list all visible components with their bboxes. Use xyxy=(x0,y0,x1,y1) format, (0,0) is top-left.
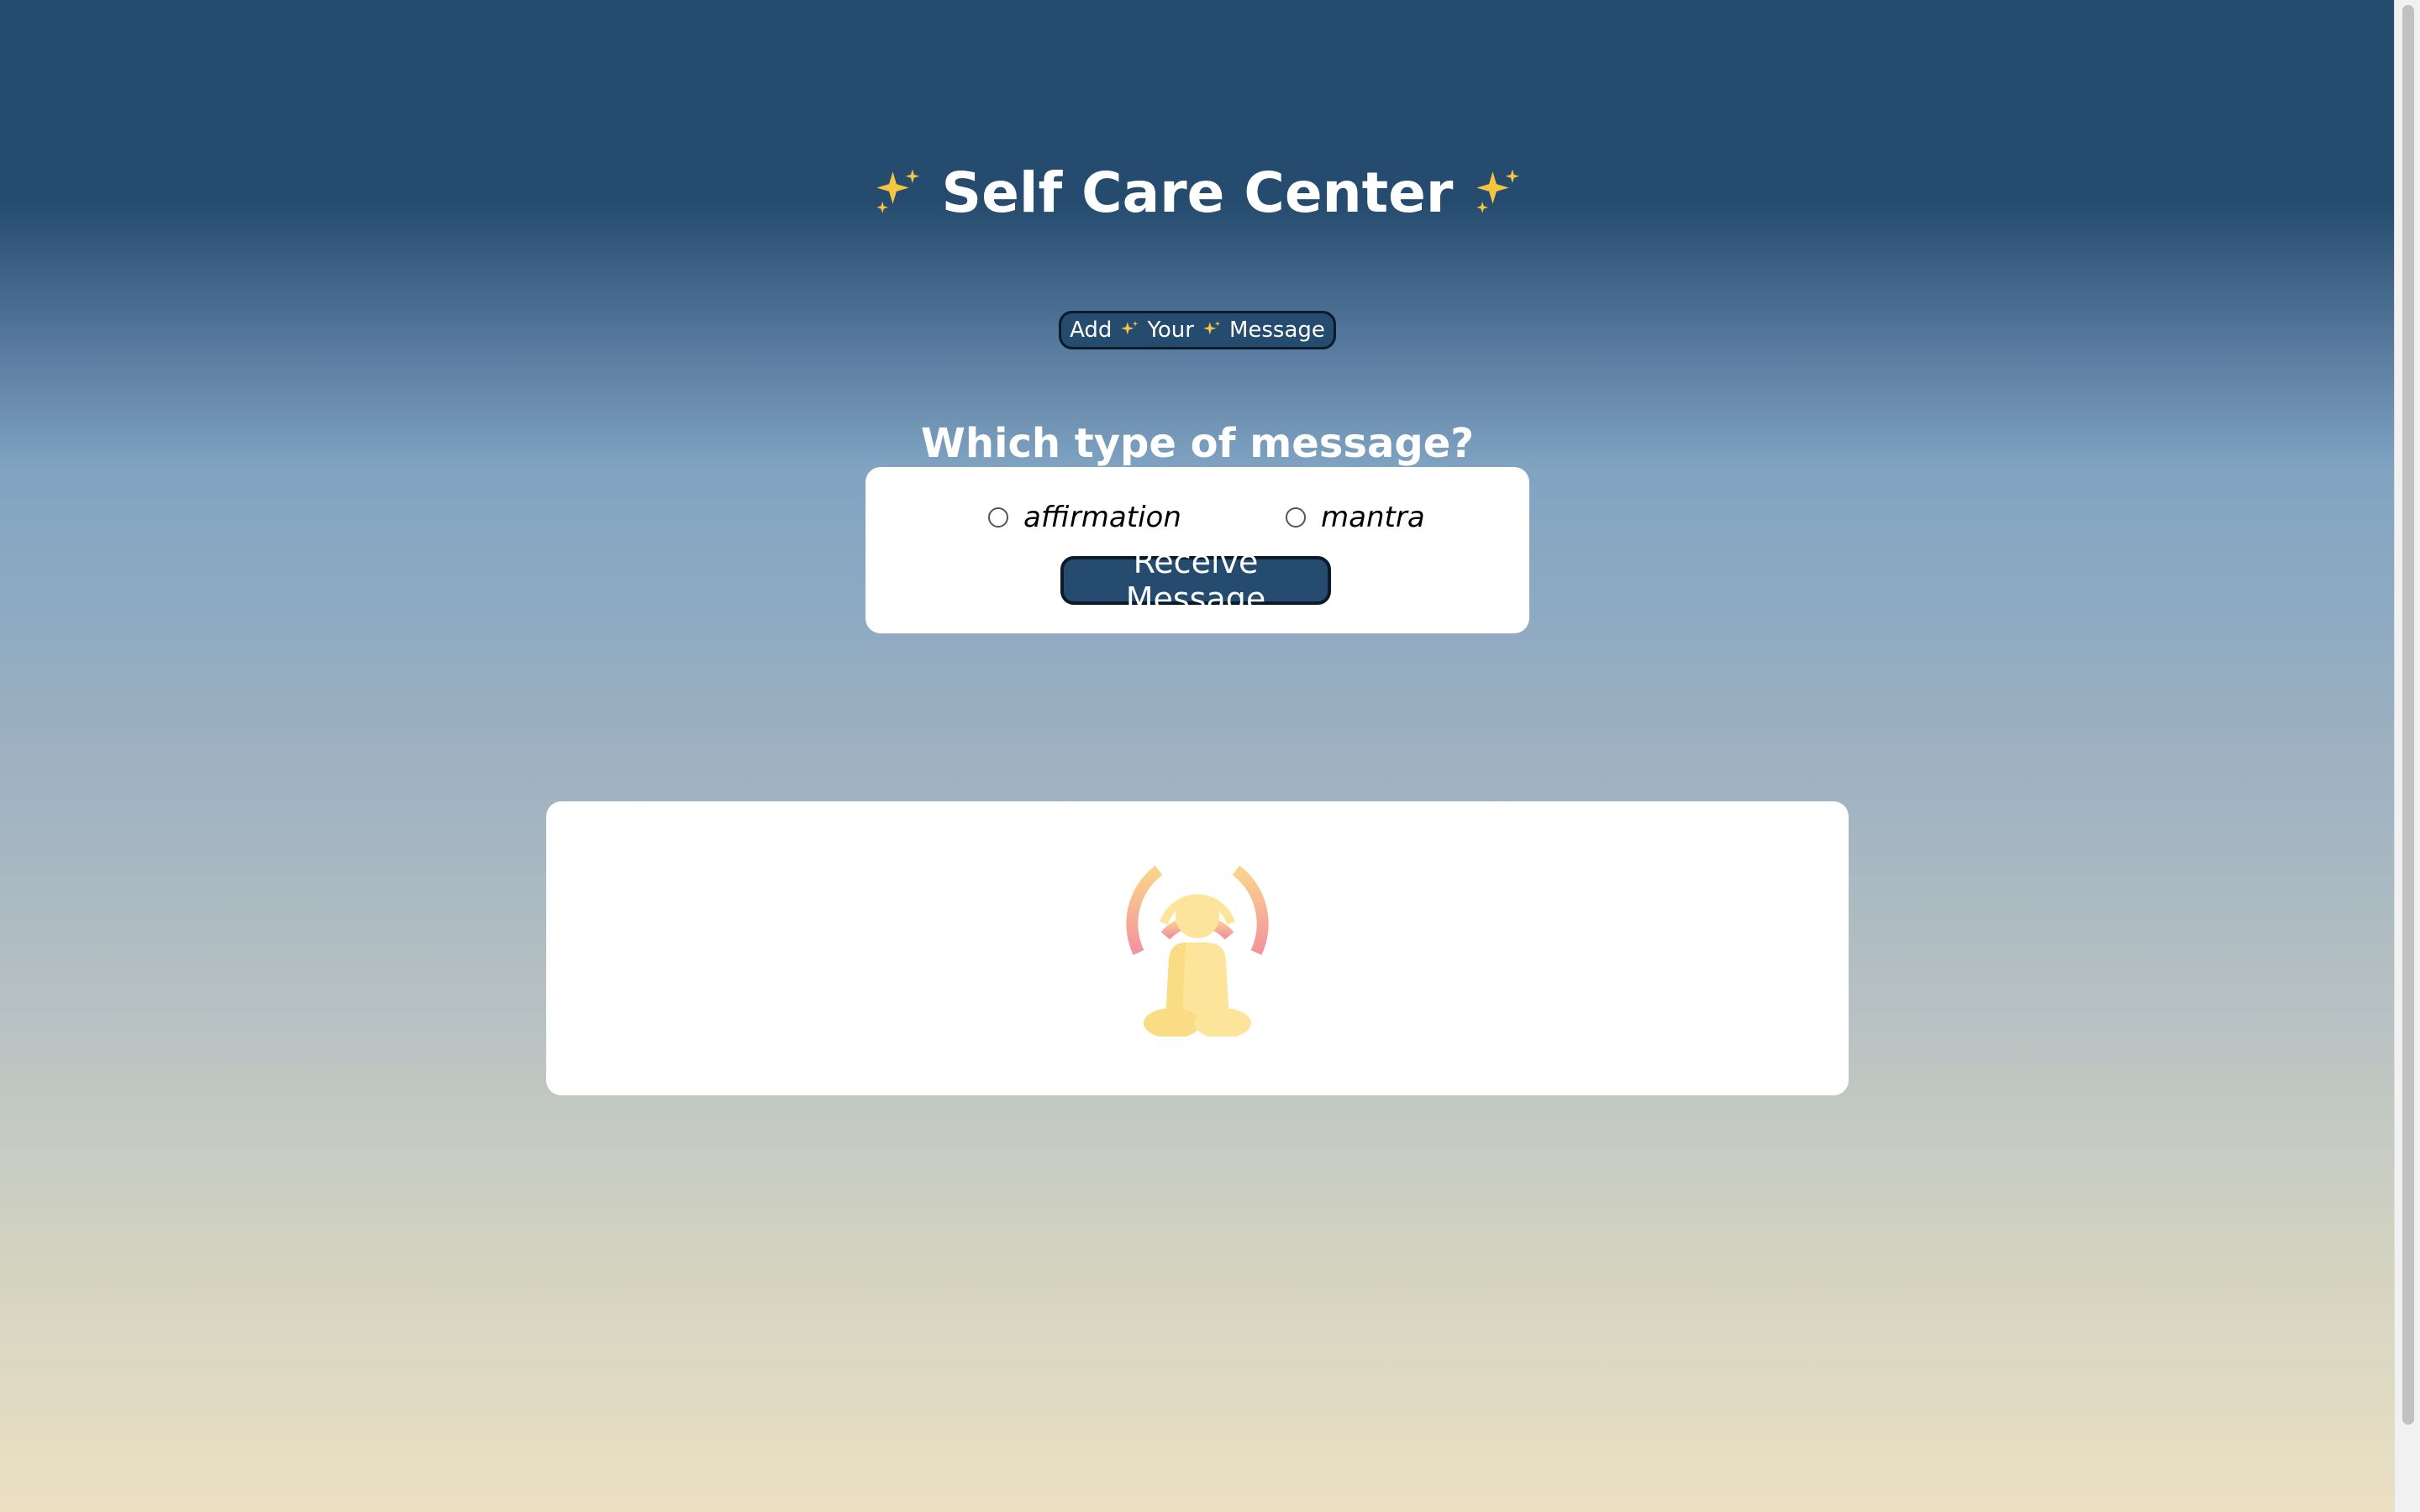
affirmation-label: affirmation xyxy=(1023,501,1181,534)
mantra-option[interactable]: mantra xyxy=(1286,501,1425,534)
add-your-message-word: Message xyxy=(1228,318,1325,343)
affirmation-radio[interactable] xyxy=(988,507,1008,528)
receive-message-button[interactable]: Receive Message xyxy=(1060,543,1331,617)
sparkles-icon xyxy=(1118,319,1140,341)
add-your-message-word: Add xyxy=(1070,318,1113,343)
mantra-label: mantra xyxy=(1321,501,1425,534)
add-your-message-button[interactable]: Add Your Message xyxy=(1059,311,1336,349)
add-your-message-word: Your xyxy=(1147,318,1194,343)
page-title: Self Care Center xyxy=(0,155,2395,230)
sparkles-icon xyxy=(1201,319,1223,341)
page-scrollbar[interactable] xyxy=(2394,0,2420,1512)
mantra-radio[interactable] xyxy=(1286,507,1306,528)
scrollbar-thumb[interactable] xyxy=(2402,5,2414,1425)
page-title-text: Self Care Center xyxy=(941,160,1454,225)
affirmation-option[interactable]: affirmation xyxy=(988,501,1181,534)
message-type-card: affirmation mantra Receive Message xyxy=(865,467,1529,633)
sparkles-icon xyxy=(870,165,925,220)
meditation-icon xyxy=(1126,865,1269,1037)
message-display-area xyxy=(546,801,1849,1095)
sparkles-icon xyxy=(1470,165,1525,220)
message-type-question: Which type of message? xyxy=(920,419,1475,467)
